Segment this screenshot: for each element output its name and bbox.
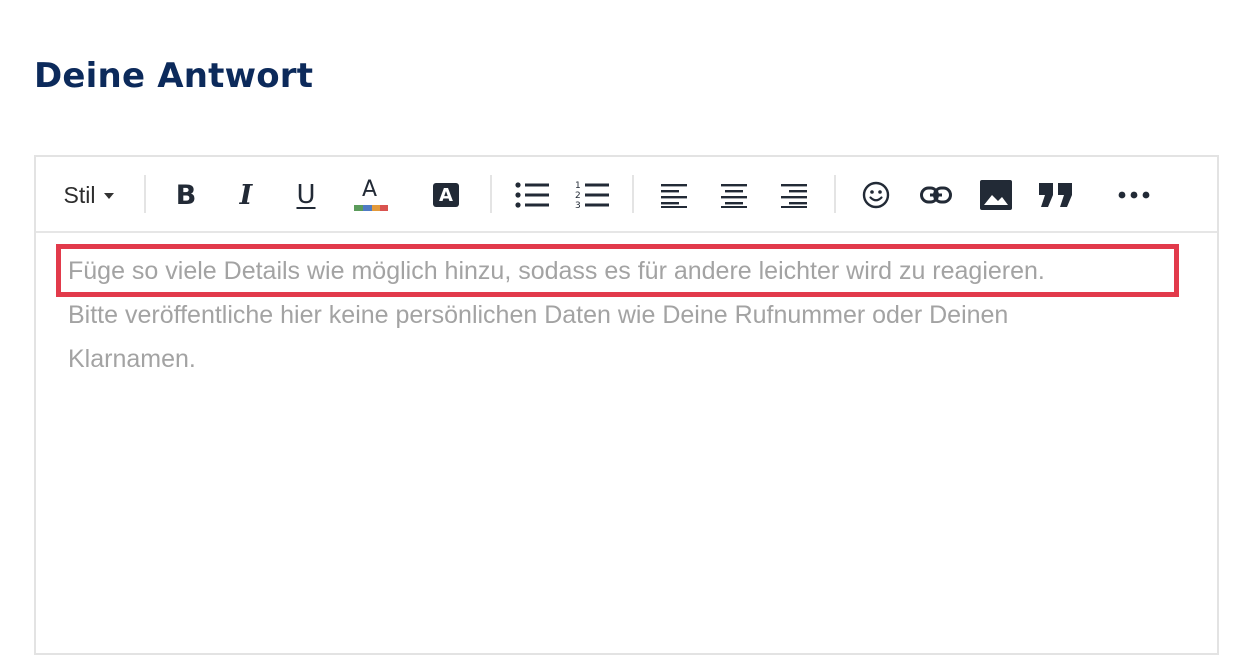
link-icon bbox=[920, 186, 952, 204]
more-options-button[interactable] bbox=[1114, 175, 1154, 215]
highlight-box bbox=[56, 244, 1179, 297]
font-color-button[interactable]: A bbox=[351, 175, 391, 215]
rich-text-editor[interactable]: Stil B I U A A 1 2 3 Füge so viele Detai… bbox=[34, 155, 1219, 655]
underline-icon: U bbox=[296, 180, 316, 210]
bulleted-list-icon bbox=[515, 182, 549, 208]
italic-button[interactable]: I bbox=[226, 175, 266, 215]
toolbar-separator bbox=[490, 175, 492, 213]
align-right-button[interactable] bbox=[774, 175, 814, 215]
toolbar-separator bbox=[144, 175, 146, 213]
bulleted-list-button[interactable] bbox=[512, 175, 552, 215]
quote-button[interactable] bbox=[1036, 175, 1076, 215]
font-color-icon: A bbox=[354, 177, 388, 213]
placeholder-line: Klarnamen. bbox=[68, 345, 196, 373]
italic-icon: I bbox=[239, 179, 253, 211]
toolbar-separator bbox=[632, 175, 634, 213]
align-right-icon bbox=[781, 184, 807, 208]
background-color-icon: A bbox=[433, 183, 459, 207]
emoji-button[interactable] bbox=[856, 175, 896, 215]
chevron-down-icon bbox=[104, 193, 115, 199]
bold-button[interactable]: B bbox=[166, 175, 206, 215]
more-icon bbox=[1118, 191, 1150, 199]
bold-icon: B bbox=[175, 179, 197, 211]
image-icon bbox=[980, 180, 1012, 210]
svg-text:2: 2 bbox=[575, 191, 581, 201]
quote-icon bbox=[1039, 183, 1072, 207]
align-center-button[interactable] bbox=[714, 175, 754, 215]
numbered-list-icon: 1 2 3 bbox=[575, 181, 609, 210]
background-color-button[interactable]: A bbox=[426, 175, 466, 215]
align-left-icon bbox=[661, 184, 687, 208]
style-dropdown[interactable]: Stil bbox=[54, 175, 124, 215]
page-title: Deine Antwort bbox=[34, 56, 314, 96]
svg-text:1: 1 bbox=[575, 181, 581, 191]
image-button[interactable] bbox=[976, 175, 1016, 215]
svg-text:3: 3 bbox=[575, 201, 581, 210]
style-dropdown-label: Stil bbox=[63, 181, 96, 208]
editor-toolbar: Stil B I U A A 1 2 3 bbox=[36, 157, 1217, 233]
placeholder-line: Bitte veröffentliche hier keine persönli… bbox=[68, 301, 1009, 329]
numbered-list-button[interactable]: 1 2 3 bbox=[572, 175, 612, 215]
toolbar-separator bbox=[834, 175, 836, 213]
align-center-icon bbox=[721, 184, 747, 208]
align-left-button[interactable] bbox=[654, 175, 694, 215]
emoji-icon bbox=[862, 181, 890, 209]
underline-button[interactable]: U bbox=[286, 175, 326, 215]
link-button[interactable] bbox=[916, 175, 956, 215]
